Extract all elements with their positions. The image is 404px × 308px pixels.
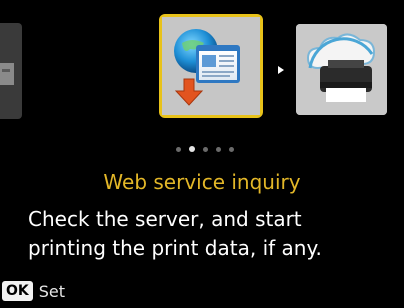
menu-description: Check the server, and start printing the… [28,205,398,263]
page-indicator [176,146,234,152]
page-dot [176,146,181,152]
page-dot [203,146,208,152]
cloud-printer-icon [296,24,387,115]
cloud-printer-tile[interactable] [296,24,387,115]
ok-action-label: Set [38,281,66,301]
ok-button[interactable]: OK [2,281,33,301]
page-dot-current [189,146,195,152]
printer-lcd-screen: Web service inquiry Check the server, an… [0,0,404,308]
description-line: printing the print data, if any. [28,236,322,260]
web-service-inquiry-icon [162,17,260,115]
footer-hint: OK Set [2,281,65,301]
previous-menu-icon[interactable] [0,23,22,119]
description-line: Check the server, and start [28,207,302,231]
page-dot [216,146,221,152]
next-arrow-icon [278,66,284,74]
web-service-inquiry-tile[interactable] [159,14,263,118]
menu-title: Web service inquiry [103,170,301,194]
page-dot [229,146,234,152]
